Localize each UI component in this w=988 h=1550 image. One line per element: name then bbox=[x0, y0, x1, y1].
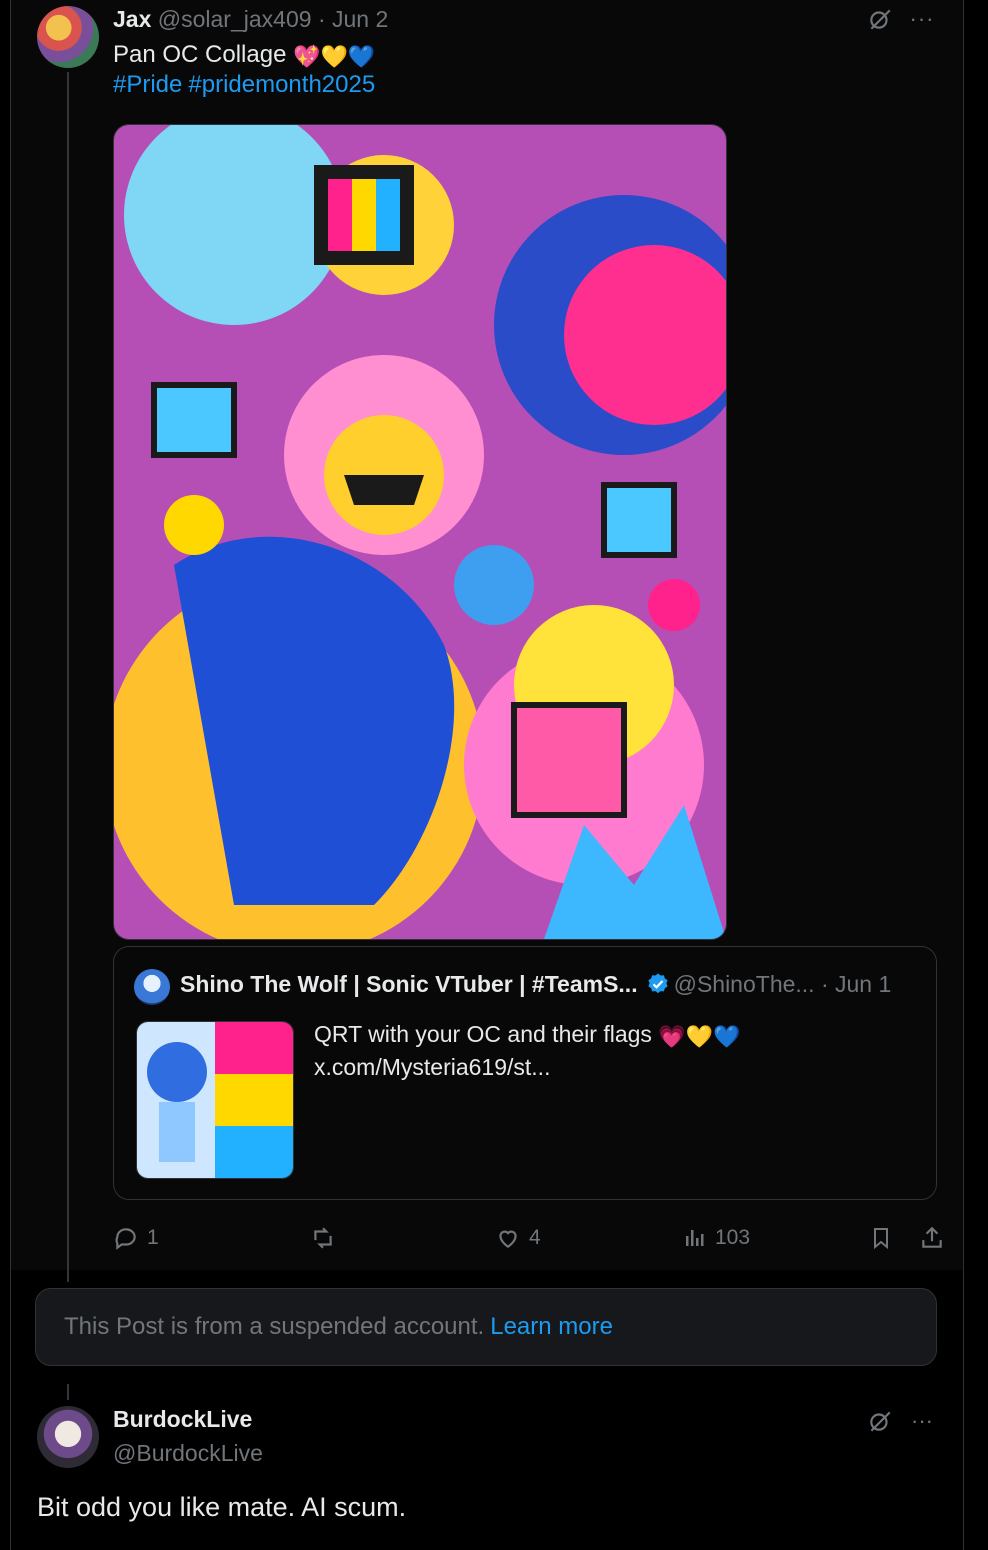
verified-badge-icon[interactable] bbox=[646, 972, 670, 996]
hashtag-pridemonth2025[interactable]: #pridemonth2025 bbox=[188, 71, 375, 98]
hashtags: #Pride #pridemonth2025 bbox=[113, 71, 381, 99]
heart-icon bbox=[499, 1230, 517, 1248]
author-handle[interactable]: @solar_jax409 bbox=[158, 6, 312, 32]
reply-icon bbox=[115, 1228, 136, 1250]
share-icon bbox=[922, 1226, 942, 1248]
post-date[interactable]: Jun 2 bbox=[332, 6, 388, 32]
blue-heart-emoji: 💙 bbox=[713, 1024, 741, 1049]
views-icon bbox=[686, 1230, 704, 1246]
hashtag-pride[interactable]: #Pride bbox=[113, 71, 182, 98]
learn-more-link[interactable]: Learn more bbox=[490, 1313, 613, 1341]
quoted-text-body: QRT with your OC and their flags bbox=[314, 1021, 652, 1047]
share-button[interactable] bbox=[919, 1218, 945, 1258]
reply-count: 1 bbox=[147, 1226, 159, 1249]
like-button[interactable]: 4 bbox=[495, 1218, 541, 1258]
reply-button[interactable]: 1 bbox=[113, 1218, 159, 1258]
post-image[interactable] bbox=[113, 124, 727, 940]
bookmark-icon bbox=[874, 1228, 888, 1250]
avatar[interactable] bbox=[37, 1406, 99, 1468]
quoted-author-handle[interactable]: @ShinoThe... bbox=[674, 971, 815, 997]
yellow-heart-emoji: 💛 bbox=[685, 1024, 714, 1049]
timeline-column: Jax @solar_jax409 · Jun 2 ··· Pan OC Col… bbox=[10, 0, 964, 1550]
bookmark-button[interactable] bbox=[869, 1218, 893, 1258]
repost-button[interactable] bbox=[309, 1218, 345, 1258]
suspended-text: This Post is from a suspended account. bbox=[64, 1313, 485, 1340]
post-header: Jax @solar_jax409 · Jun 2 bbox=[113, 6, 388, 33]
quoted-post[interactable]: Shino The Wolf | Sonic VTuber | #TeamS..… bbox=[113, 946, 937, 1200]
post-actions: 1 4 103 bbox=[113, 1218, 943, 1258]
reply-author-name[interactable]: BurdockLive bbox=[113, 1406, 252, 1433]
thread-connector bbox=[67, 1384, 69, 1400]
quoted-text: QRT with your OC and their flags 💗💛💙 x.c… bbox=[314, 1019, 741, 1082]
pink-heart-emoji: 💗 bbox=[658, 1024, 686, 1049]
collage-artwork bbox=[114, 125, 726, 939]
quoted-avatar[interactable] bbox=[134, 969, 170, 1005]
separator: · bbox=[317, 6, 326, 32]
views-button[interactable]: 103 bbox=[683, 1218, 750, 1258]
author-name[interactable]: Jax bbox=[113, 6, 151, 32]
reply-text: Bit odd you like mate. AI scum. bbox=[37, 1492, 407, 1522]
blue-heart-emoji: 💙 bbox=[347, 44, 376, 69]
views-count: 103 bbox=[715, 1226, 751, 1249]
reply-author-handle[interactable]: @BurdockLive bbox=[113, 1440, 263, 1467]
quoted-link[interactable]: x.com/Mysteria619/st... bbox=[314, 1052, 741, 1082]
grok-icon[interactable] bbox=[865, 1406, 895, 1436]
post-text-body: Pan OC Collage bbox=[113, 41, 287, 68]
grok-icon[interactable] bbox=[865, 4, 895, 34]
quoted-author-name[interactable]: Shino The Wolf | Sonic VTuber | #TeamS..… bbox=[180, 971, 638, 997]
quoted-date[interactable]: · Jun 1 bbox=[821, 971, 891, 997]
quoted-header: Shino The Wolf | Sonic VTuber | #TeamS..… bbox=[180, 971, 891, 998]
thread-connector bbox=[67, 72, 69, 1282]
post[interactable]: Jax @solar_jax409 · Jun 2 ··· Pan OC Col… bbox=[11, 0, 963, 1282]
avatar[interactable] bbox=[37, 6, 99, 68]
post-text: Pan OC Collage 💖💛💙 bbox=[113, 40, 375, 72]
like-count: 4 bbox=[529, 1226, 541, 1249]
quoted-artwork bbox=[137, 1022, 293, 1178]
more-icon[interactable]: ··· bbox=[907, 1406, 937, 1436]
yellow-heart-emoji: 💛 bbox=[320, 44, 348, 69]
more-icon[interactable]: ··· bbox=[907, 4, 937, 34]
suspended-notice: This Post is from a suspended account. L… bbox=[35, 1288, 937, 1366]
repost-icon bbox=[314, 1227, 332, 1249]
quoted-thumbnail[interactable] bbox=[136, 1021, 294, 1179]
sparkling-heart-emoji: 💖 bbox=[293, 44, 321, 69]
